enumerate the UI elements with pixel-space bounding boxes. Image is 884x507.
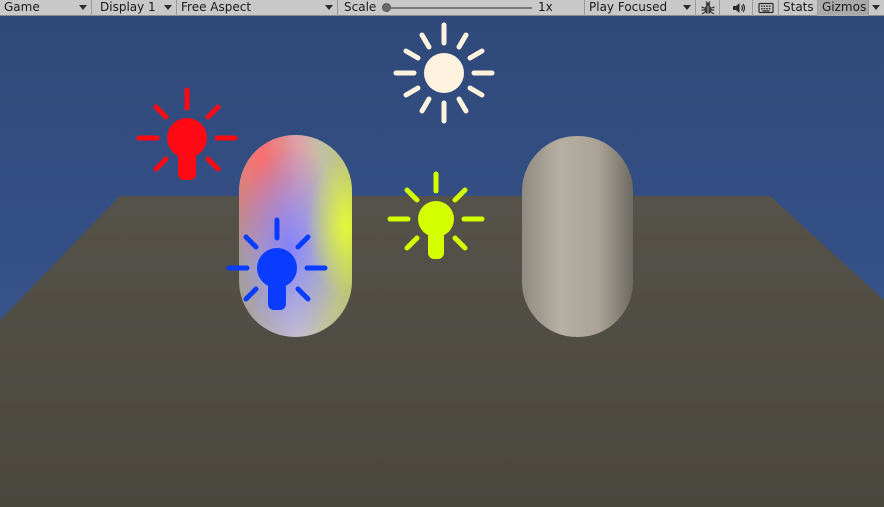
chevron-down-icon	[164, 5, 172, 10]
chevron-down-icon	[325, 5, 333, 10]
game-view-toolbar: Game Display 1 Free Aspect Scale 1x Play…	[0, 0, 884, 16]
scene-render	[0, 16, 884, 507]
display-dropdown[interactable]: Display 1	[93, 0, 177, 16]
stats-label: Stats	[783, 0, 814, 14]
game-viewport[interactable]	[0, 16, 884, 507]
keyboard-icon	[758, 2, 774, 14]
view-dropdown[interactable]: Game	[0, 0, 92, 16]
stats-button[interactable]: Stats	[779, 0, 818, 16]
aspect-dropdown-label: Free Aspect	[181, 0, 252, 14]
speaker-icon	[733, 3, 746, 13]
gizmos-label: Gizmos	[822, 0, 867, 14]
play-mode-dropdown[interactable]: Play Focused	[585, 0, 696, 16]
scale-slider-track[interactable]	[386, 7, 532, 9]
capsule-left	[239, 135, 352, 337]
scale-slider-thumb[interactable]	[382, 3, 391, 12]
bug-button[interactable]	[696, 0, 720, 16]
scale-label: Scale	[344, 0, 377, 14]
display-dropdown-label: Display 1	[100, 0, 156, 14]
scale-value: 1x	[538, 0, 553, 14]
aspect-dropdown[interactable]: Free Aspect	[177, 0, 338, 16]
gizmos-button[interactable]: Gizmos	[818, 0, 869, 16]
gizmos-dropdown[interactable]	[869, 0, 884, 16]
scale-control: Scale 1x	[338, 0, 585, 16]
bug-icon	[701, 1, 715, 15]
play-mode-label: Play Focused	[589, 0, 668, 14]
chevron-down-icon	[79, 5, 87, 10]
chevron-down-icon	[872, 5, 880, 10]
capsule-right	[522, 136, 633, 337]
mute-audio-button[interactable]	[726, 0, 753, 16]
view-dropdown-label: Game	[4, 0, 40, 14]
keyboard-shortcuts-button[interactable]	[753, 0, 779, 16]
chevron-down-icon	[683, 5, 691, 10]
